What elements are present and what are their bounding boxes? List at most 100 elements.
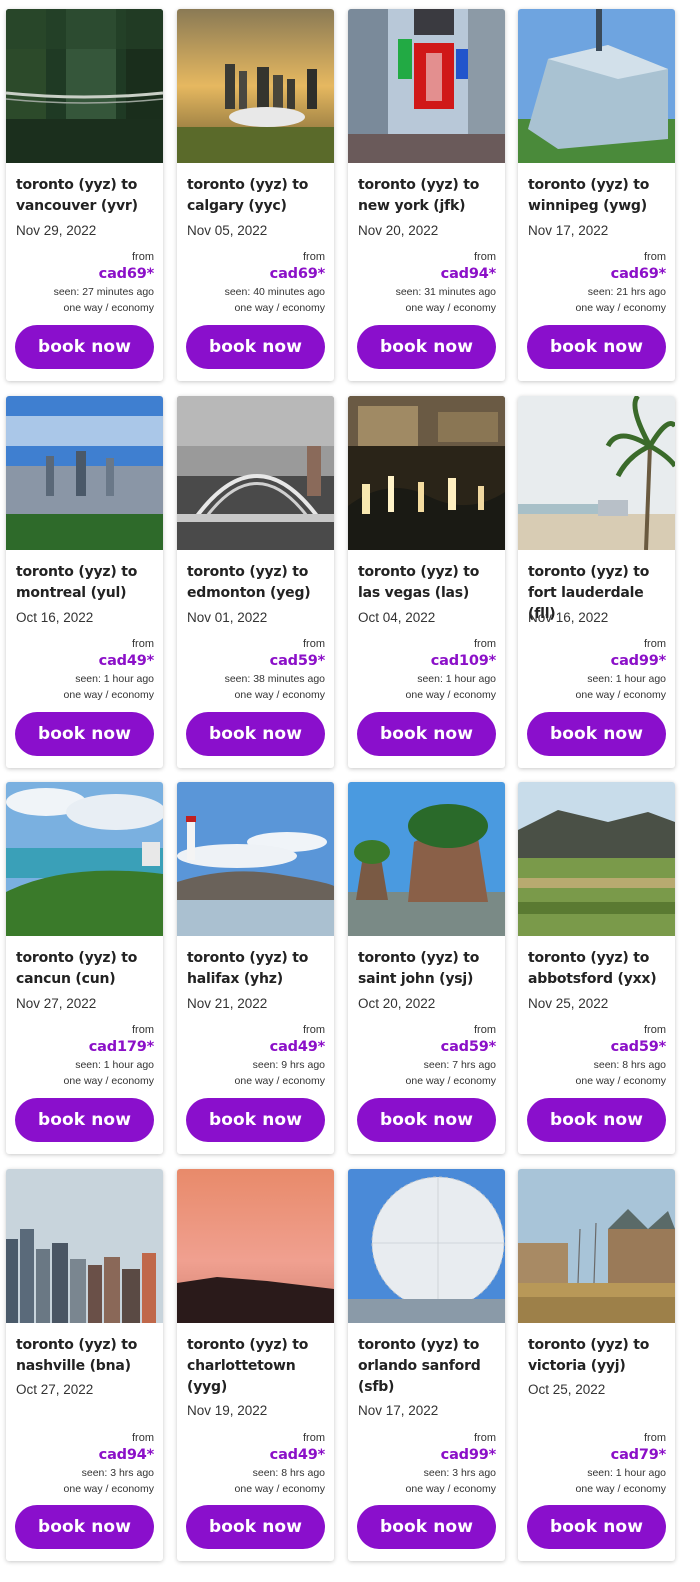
destination-photo — [518, 1169, 675, 1323]
trip-type: one way / economy — [405, 1075, 496, 1087]
price-box: from cad49* seen: 9 hrs ago one way / ec… — [234, 1023, 326, 1089]
from-label: from — [303, 1024, 325, 1036]
from-label: from — [132, 1024, 154, 1036]
travel-date: Nov 21, 2022 — [187, 996, 268, 1011]
deal-card[interactable]: toronto (yyz) to charlottetown (yyg) Nov… — [177, 1169, 334, 1561]
destination-photo — [177, 782, 334, 936]
from-label: from — [474, 251, 496, 263]
deal-card[interactable]: toronto (yyz) to winnipeg (ywg) Nov 17, … — [518, 9, 675, 381]
book-now-button[interactable]: book now — [527, 325, 666, 369]
deal-card[interactable]: toronto (yyz) to orlando sanford (sfb) N… — [348, 1169, 505, 1561]
book-now-button[interactable]: book now — [15, 1505, 154, 1549]
route-title[interactable]: toronto (yyz) to charlottetown (yyg) — [187, 1335, 326, 1398]
route-title[interactable]: toronto (yyz) to saint john (ysj) — [358, 948, 497, 990]
destination-photo — [177, 9, 334, 163]
book-now-button[interactable]: book now — [15, 1098, 154, 1142]
travel-date: Nov 29, 2022 — [16, 223, 97, 238]
deal-card[interactable]: toronto (yyz) to montreal (yul) Oct 16, … — [6, 396, 163, 768]
trip-type: one way / economy — [63, 689, 154, 701]
route-title[interactable]: toronto (yyz) to orlando sanford (sfb) — [358, 1335, 497, 1398]
deal-card[interactable]: toronto (yyz) to vancouver (yvr) Nov 29,… — [6, 9, 163, 381]
deal-card[interactable]: toronto (yyz) to abbotsford (yxx) Nov 25… — [518, 782, 675, 1154]
from-label: from — [644, 1024, 666, 1036]
seen-time: seen: 31 minutes ago — [395, 286, 496, 298]
route-title[interactable]: toronto (yyz) to halifax (yhz) — [187, 948, 326, 990]
trip-type: one way / economy — [234, 1483, 325, 1495]
seen-time: seen: 1 hour ago — [417, 673, 496, 685]
price: cad94* — [98, 1447, 155, 1463]
price-box: from cad94* seen: 3 hrs ago one way / ec… — [64, 1431, 155, 1497]
route-title[interactable]: toronto (yyz) to new york (jfk) — [358, 175, 497, 217]
trip-type: one way / economy — [575, 1075, 666, 1087]
destination-photo — [348, 1169, 505, 1323]
destination-photo — [518, 782, 675, 936]
destination-photo — [6, 9, 163, 163]
deal-card[interactable]: toronto (yyz) to edmonton (yeg) Nov 01, … — [177, 396, 334, 768]
price-box: from cad49* seen: 8 hrs ago one way / ec… — [234, 1431, 326, 1497]
book-now-button[interactable]: book now — [527, 712, 666, 756]
book-now-button[interactable]: book now — [527, 1505, 666, 1549]
seen-time: seen: 7 hrs ago — [423, 1059, 496, 1071]
book-now-button[interactable]: book now — [186, 712, 325, 756]
deal-card[interactable]: toronto (yyz) to calgary (yyc) Nov 05, 2… — [177, 9, 334, 381]
from-label: from — [303, 251, 325, 263]
route-title[interactable]: toronto (yyz) to edmonton (yeg) — [187, 562, 326, 604]
from-label: from — [644, 638, 666, 650]
route-title[interactable]: toronto (yyz) to nashville (bna) — [16, 1335, 155, 1377]
book-now-button[interactable]: book now — [357, 325, 496, 369]
deal-card[interactable]: toronto (yyz) to saint john (ysj) Oct 20… — [348, 782, 505, 1154]
price: cad49* — [269, 1447, 326, 1463]
book-now-button[interactable]: book now — [186, 1505, 325, 1549]
price: cad94* — [440, 266, 497, 282]
route-title[interactable]: toronto (yyz) to victoria (yyj) — [528, 1335, 667, 1377]
trip-type: one way / economy — [63, 1075, 154, 1087]
from-label: from — [303, 638, 325, 650]
deal-card[interactable]: toronto (yyz) to fort lauderdale (fll) N… — [518, 396, 675, 768]
trip-type: one way / economy — [575, 689, 666, 701]
route-title[interactable]: toronto (yyz) to montreal (yul) — [16, 562, 155, 604]
price: cad69* — [98, 266, 155, 282]
deal-card[interactable]: toronto (yyz) to halifax (yhz) Nov 21, 2… — [177, 782, 334, 1154]
from-label: from — [644, 251, 666, 263]
route-title[interactable]: toronto (yyz) to las vegas (las) — [358, 562, 497, 604]
deal-card[interactable]: toronto (yyz) to nashville (bna) Oct 27,… — [6, 1169, 163, 1561]
price: cad69* — [269, 266, 326, 282]
travel-date: Oct 25, 2022 — [528, 1382, 606, 1397]
from-label: from — [474, 638, 496, 650]
deal-card[interactable]: toronto (yyz) to victoria (yyj) Oct 25, … — [518, 1169, 675, 1561]
book-now-button[interactable]: book now — [527, 1098, 666, 1142]
seen-time: seen: 38 minutes ago — [224, 673, 325, 685]
book-now-button[interactable]: book now — [15, 712, 154, 756]
seen-time: seen: 1 hour ago — [75, 673, 154, 685]
deal-card[interactable]: toronto (yyz) to new york (jfk) Nov 20, … — [348, 9, 505, 381]
route-title[interactable]: toronto (yyz) to vancouver (yvr) — [16, 175, 155, 217]
travel-date: Nov 16, 2022 — [528, 610, 609, 625]
book-now-button[interactable]: book now — [357, 1098, 496, 1142]
price-box: from cad94* seen: 31 minutes ago one way… — [395, 250, 497, 316]
route-title[interactable]: toronto (yyz) to abbotsford (yxx) — [528, 948, 667, 990]
book-now-button[interactable]: book now — [357, 1505, 496, 1549]
destination-photo — [518, 9, 675, 163]
book-now-button[interactable]: book now — [15, 325, 154, 369]
from-label: from — [132, 638, 154, 650]
price: cad99* — [610, 653, 667, 669]
book-now-button[interactable]: book now — [186, 1098, 325, 1142]
travel-date: Nov 19, 2022 — [187, 1403, 268, 1418]
seen-time: seen: 1 hour ago — [75, 1059, 154, 1071]
book-now-button[interactable]: book now — [357, 712, 496, 756]
deals-grid: toronto (yyz) to vancouver (yvr) Nov 29,… — [0, 0, 700, 1582]
deal-card[interactable]: toronto (yyz) to cancun (cun) Nov 27, 20… — [6, 782, 163, 1154]
route-title[interactable]: toronto (yyz) to winnipeg (ywg) — [528, 175, 667, 217]
destination-photo — [348, 9, 505, 163]
price-box: from cad69* seen: 21 hrs ago one way / e… — [576, 250, 667, 316]
book-now-button[interactable]: book now — [186, 325, 325, 369]
price-box: from cad49* seen: 1 hour ago one way / e… — [63, 637, 155, 703]
travel-date: Nov 17, 2022 — [528, 223, 609, 238]
destination-photo — [518, 396, 675, 550]
route-title[interactable]: toronto (yyz) to cancun (cun) — [16, 948, 155, 990]
seen-time: seen: 9 hrs ago — [252, 1059, 325, 1071]
trip-type: one way / economy — [234, 1075, 325, 1087]
travel-date: Nov 27, 2022 — [16, 996, 97, 1011]
route-title[interactable]: toronto (yyz) to calgary (yyc) — [187, 175, 326, 217]
deal-card[interactable]: toronto (yyz) to las vegas (las) Oct 04,… — [348, 396, 505, 768]
